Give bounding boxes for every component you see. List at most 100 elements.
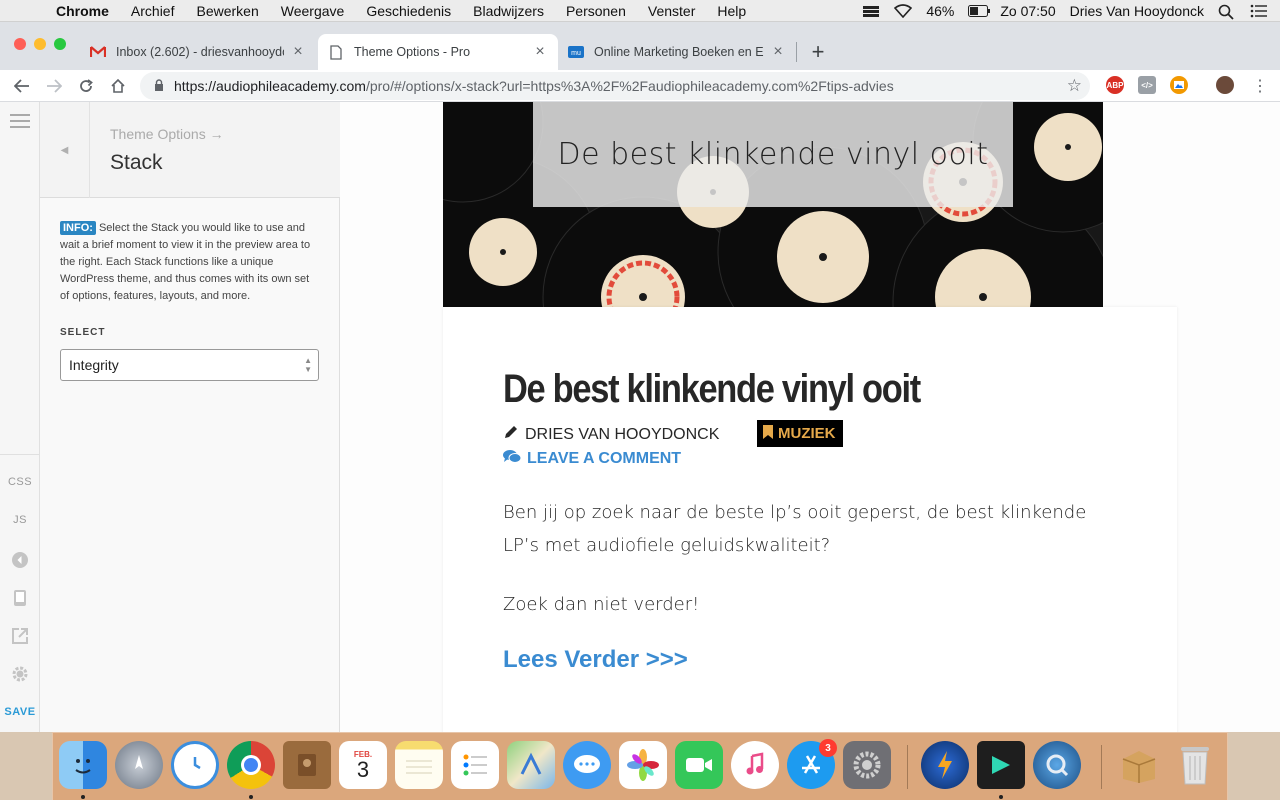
wifi-icon[interactable] [894, 4, 913, 19]
zoom-window-button[interactable] [54, 38, 66, 50]
messages-icon[interactable] [563, 741, 611, 789]
spotlight-search-icon[interactable] [1218, 4, 1236, 20]
hamburger-menu-icon[interactable] [10, 114, 30, 132]
external-link-icon[interactable] [10, 626, 30, 646]
minimize-window-button[interactable] [34, 38, 46, 50]
notes-icon[interactable] [395, 741, 443, 789]
stack-status-icon[interactable] [862, 4, 880, 18]
close-tab-icon[interactable]: × [290, 43, 306, 61]
menu-venster[interactable]: Venster [648, 3, 695, 19]
contacts-icon[interactable] [283, 741, 331, 789]
itunes-icon[interactable] [731, 741, 779, 789]
menu-archief[interactable]: Archief [131, 3, 175, 19]
menu-bewerken[interactable]: Bewerken [196, 3, 258, 19]
maps-icon[interactable] [507, 741, 555, 789]
tab-title: Online Marketing Boeken en E- [594, 45, 764, 59]
back-caret-icon[interactable]: ◀ [40, 102, 90, 198]
post-paragraph-1: Ben jij op zoek naar de beste lp’s ooit … [503, 502, 1087, 556]
tab-inbox[interactable]: Inbox (2.602) - driesvanhooydonck × [80, 34, 316, 70]
stack-select-value: Integrity [69, 357, 119, 373]
facetime-icon[interactable] [675, 741, 723, 789]
site-icon: mu [568, 44, 584, 60]
chrome-menu-icon[interactable]: ⋮ [1248, 74, 1272, 98]
finder-icon[interactable] [59, 741, 107, 789]
save-button[interactable]: SAVE [0, 706, 40, 718]
chrome-icon[interactable] [227, 741, 275, 789]
menu-weergave[interactable]: Weergave [281, 3, 345, 19]
svg-text:mu: mu [571, 50, 581, 57]
read-more-link[interactable]: Lees Verder >>> [503, 646, 688, 674]
running-indicator [999, 795, 1003, 799]
post-author[interactable]: DRIES VAN HOOYDONCK [503, 424, 719, 445]
image-extension-icon[interactable] [1170, 76, 1188, 94]
preview-back-icon[interactable] [10, 550, 30, 570]
panel-body: INFO: Select the Stack you would like to … [60, 220, 320, 381]
menu-bladwijzers[interactable]: Bladwijzers [473, 3, 544, 19]
app-store-badge: 3 [819, 739, 837, 757]
notification-center-icon[interactable] [1250, 4, 1268, 18]
adblock-plus-icon[interactable]: ABP [1106, 76, 1124, 94]
tab-online-marketing[interactable]: mu Online Marketing Boeken en E- × [558, 34, 796, 70]
photos-icon[interactable] [619, 741, 667, 789]
url-path: /pro/#/options/x-stack?url=https%3A%2F%2… [365, 78, 894, 94]
stack-select[interactable]: Integrity ▲ ▼ [60, 349, 319, 381]
lightning-app-icon[interactable] [921, 741, 969, 789]
downloads-stack-icon[interactable] [1115, 741, 1163, 789]
reminders-icon[interactable] [451, 741, 499, 789]
menubar-user[interactable]: Dries Van Hooydonck [1070, 3, 1204, 19]
post-paragraph-2: Zoek dan niet verder! [503, 594, 700, 615]
dock-separator [907, 745, 908, 789]
close-tab-icon[interactable]: × [532, 43, 548, 61]
trash-icon[interactable] [1171, 741, 1219, 789]
new-tab-button[interactable]: + [808, 34, 828, 70]
running-indicator [249, 795, 253, 799]
comments-icon [503, 449, 522, 469]
code-extension-icon[interactable]: </> [1138, 76, 1156, 94]
lock-icon[interactable] [154, 78, 166, 94]
info-description: Select the Stack you would like to use a… [60, 222, 311, 302]
menu-app-name[interactable]: Chrome [56, 3, 109, 19]
js-editor-button[interactable]: JS [0, 514, 40, 526]
macos-dock: FEB. 3 3 [52, 732, 1228, 800]
menubar-clock[interactable]: Zo 07:50 [1000, 3, 1055, 19]
menu-personen[interactable]: Personen [566, 3, 626, 19]
menu-help[interactable]: Help [717, 3, 746, 19]
author-name: DRIES VAN HOOYDONCK [525, 425, 720, 443]
close-tab-icon[interactable]: × [770, 43, 786, 61]
info-badge: INFO: [60, 221, 96, 235]
css-editor-button[interactable]: CSS [0, 476, 40, 488]
post-card: De best klinkende vinyl ooit DRIES VAN H… [443, 307, 1177, 732]
menu-geschiedenis[interactable]: Geschiedenis [366, 3, 451, 19]
calendar-icon[interactable]: FEB. 3 [339, 741, 387, 789]
hero-image: De best klinkende vinyl ooit [443, 102, 1103, 307]
tab-title: Inbox (2.602) - driesvanhooydonck [116, 45, 284, 59]
bookmark-star-icon[interactable]: ☆ [1067, 76, 1082, 96]
select-arrows-icon: ▲ ▼ [304, 356, 312, 374]
breadcrumb[interactable]: Theme Options → [110, 126, 224, 142]
quicktime-icon[interactable] [1033, 741, 1081, 789]
clock-app-icon[interactable] [171, 741, 219, 789]
category-badge[interactable]: MUZIEK [757, 420, 843, 447]
back-icon[interactable] [10, 74, 34, 98]
settings-gear-icon[interactable] [10, 664, 30, 684]
profile-avatar[interactable] [1216, 76, 1234, 94]
options-panel: ◀ Theme Options → Stack INFO: Select the … [40, 102, 340, 732]
responsive-device-icon[interactable] [10, 588, 30, 608]
reload-icon[interactable] [74, 74, 98, 98]
browser-toolbar: https://audiophileacademy.com /pro/#/opt… [0, 70, 1280, 102]
tab-theme-options[interactable]: Theme Options - Pro × [318, 34, 558, 70]
url-host: https://audiophileacademy.com [174, 78, 366, 94]
filmora-icon[interactable] [977, 741, 1025, 789]
battery-icon[interactable] [968, 4, 991, 18]
leave-comment-link[interactable]: LEAVE A COMMENT [503, 449, 681, 469]
address-bar[interactable]: https://audiophileacademy.com /pro/#/opt… [140, 72, 1090, 100]
close-window-button[interactable] [14, 38, 26, 50]
home-icon[interactable] [106, 74, 130, 98]
post-title[interactable]: De best klinkende vinyl ooit [503, 367, 921, 412]
category-label: MUZIEK [778, 425, 836, 442]
forward-icon[interactable] [42, 74, 66, 98]
system-preferences-icon[interactable] [843, 741, 891, 789]
bookmark-icon [763, 424, 773, 443]
launchpad-icon[interactable] [115, 741, 163, 789]
tab-separator [796, 42, 797, 62]
